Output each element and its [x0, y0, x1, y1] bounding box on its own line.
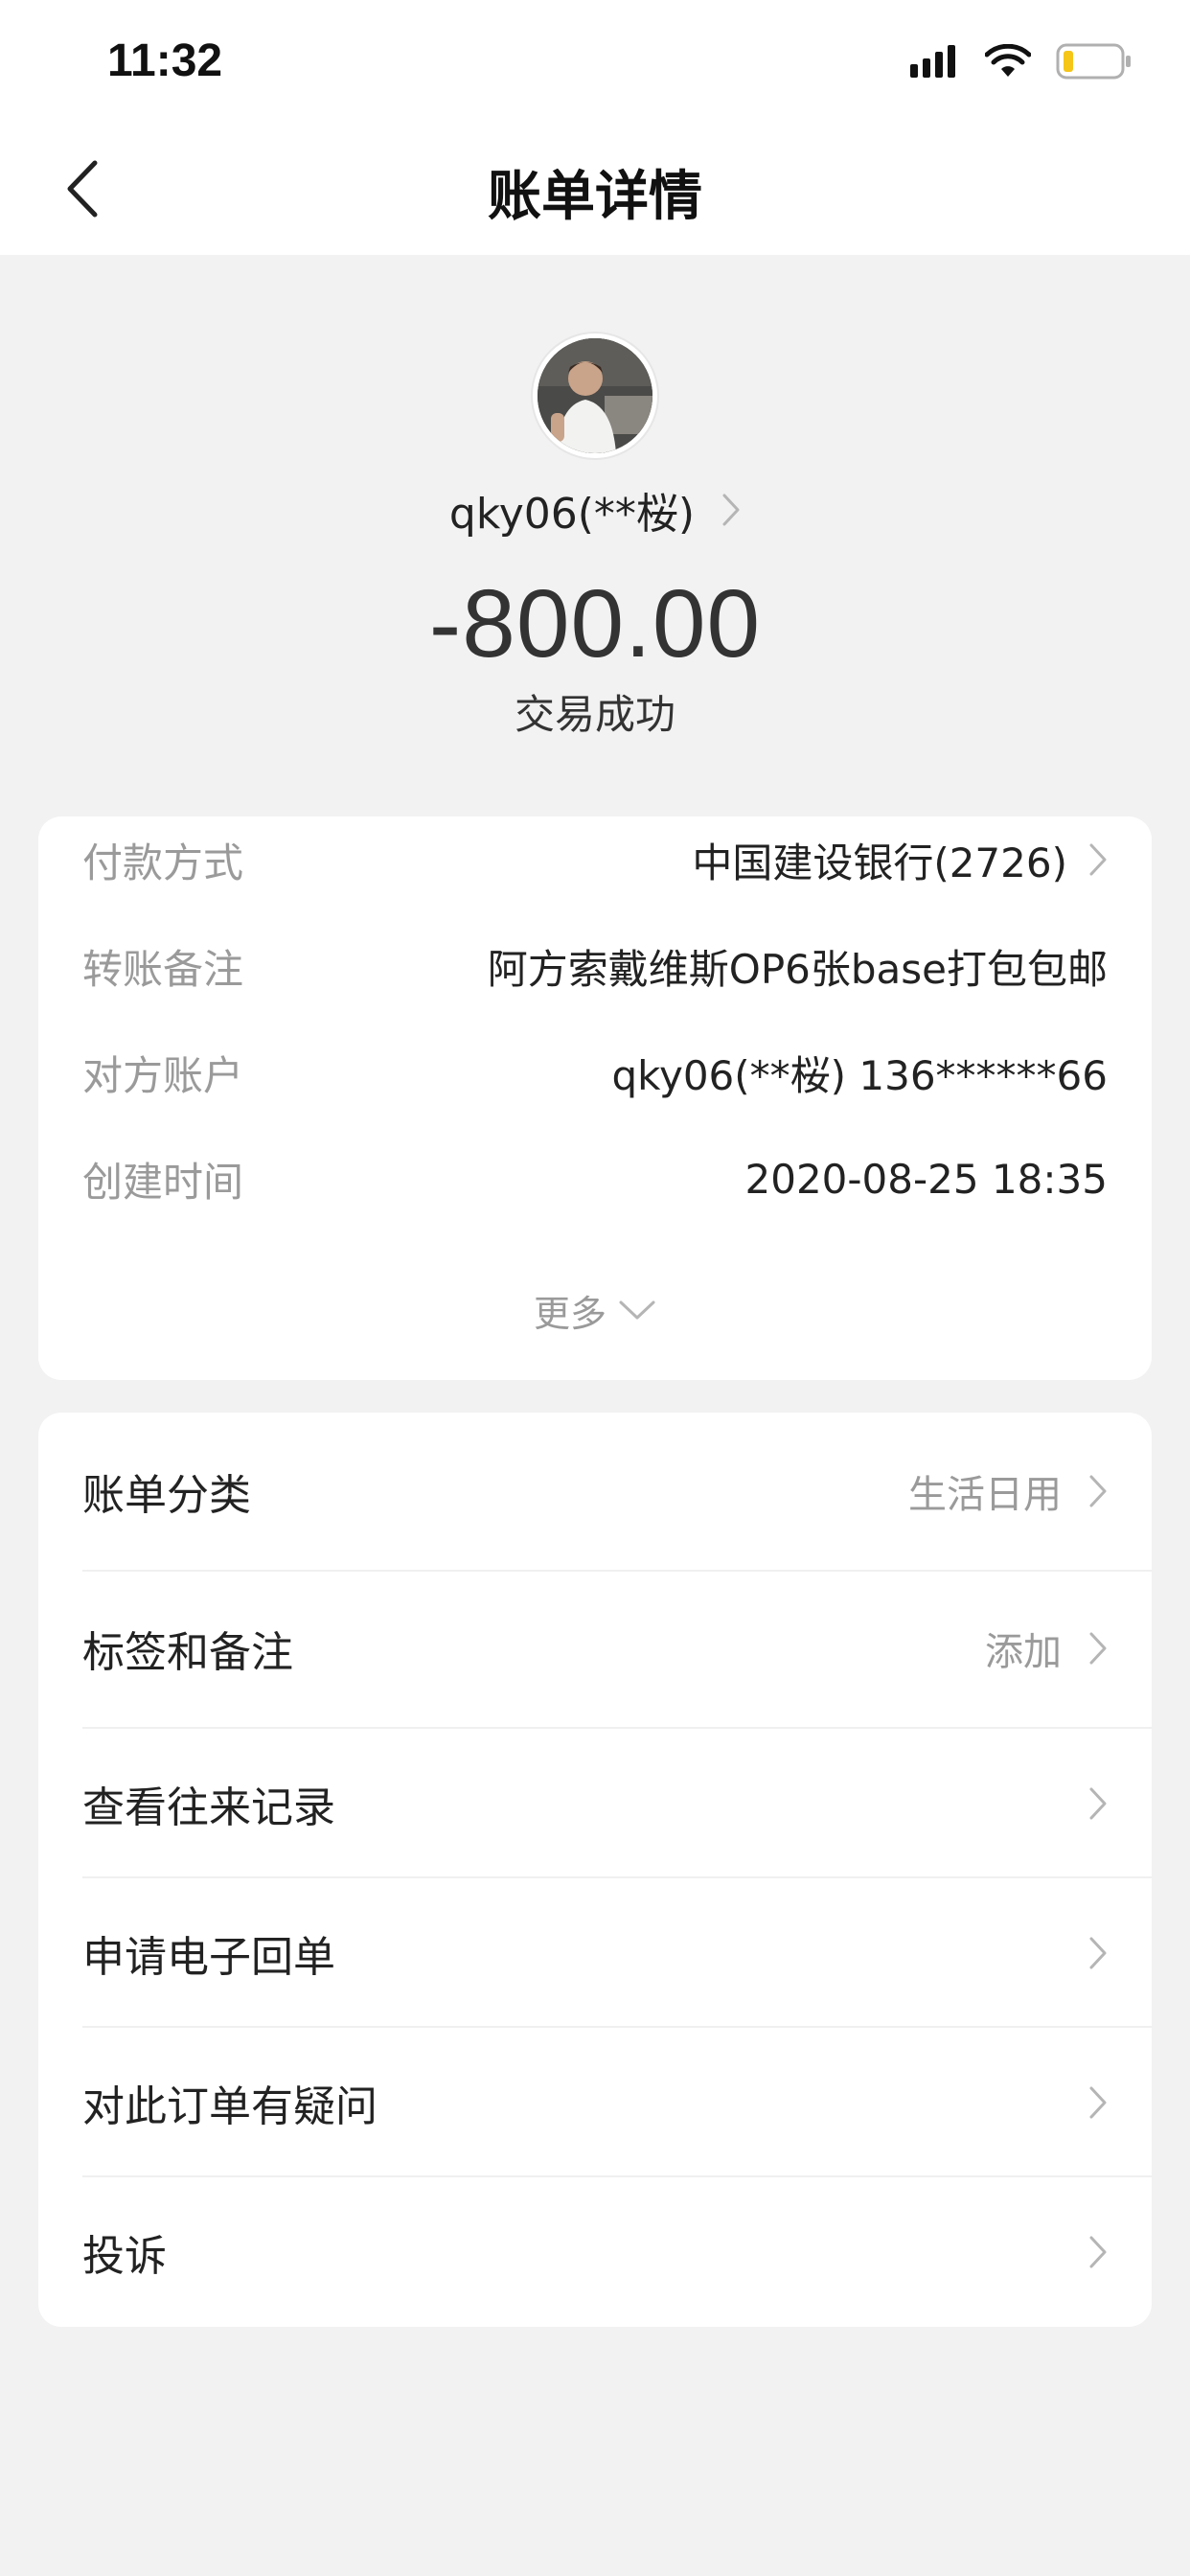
avatar[interactable] [533, 334, 657, 458]
detail-value: 2020-08-25 18:35 [744, 1155, 1108, 1203]
divider [82, 1570, 1152, 1572]
signal-icon [910, 45, 960, 81]
detail-label: 对方账户 [82, 1051, 244, 1099]
divider [82, 2026, 1152, 2028]
action-row-e-receipt[interactable]: 申请电子回单 [82, 1913, 1108, 1993]
payee-name: qky06(**桜) [448, 490, 696, 539]
divider [82, 1727, 1152, 1729]
battery-icon [1056, 43, 1133, 83]
detail-label: 付款方式 [82, 839, 244, 886]
status-time: 11:32 [107, 35, 223, 86]
action-row-order-question[interactable]: 对此订单有疑问 [82, 2062, 1108, 2143]
chevron-right-icon [1089, 1787, 1107, 1820]
chevron-down-icon [618, 1299, 656, 1322]
payee-row[interactable]: qky06(**桜) [0, 479, 1190, 540]
detail-row-transfer-note: 转账备注 阿方索戴维斯OP6张base打包包邮 [82, 932, 1108, 1000]
divider [82, 2175, 1152, 2177]
chevron-right-icon [1089, 1475, 1107, 1507]
chevron-right-icon [1089, 2236, 1107, 2268]
action-value: 生活日用 [908, 1473, 1062, 1517]
actions-card: 账单分类 生活日用 标签和备注 添加 查看往来记录 申请电子回单 对此订单有疑问… [38, 1413, 1152, 2327]
chevron-right-icon [721, 493, 741, 527]
detail-label: 创建时间 [82, 1158, 244, 1206]
detail-value: 中国建设银行(2726) [692, 839, 1067, 886]
chevron-right-icon [1089, 2086, 1107, 2119]
action-label: 投诉 [82, 2232, 167, 2281]
action-row-bill-category[interactable]: 账单分类 生活日用 [82, 1451, 1108, 1531]
detail-row-counterparty-account: 对方账户 qky06(**桜) 136******66 [82, 1039, 1108, 1106]
details-card: 付款方式 中国建设银行(2726) 转账备注 阿方索戴维斯OP6张base打包包… [38, 816, 1152, 1380]
divider [82, 1876, 1152, 1878]
transaction-status: 交易成功 [514, 691, 675, 738]
status-icons [910, 42, 1133, 84]
amount: -800.00 [428, 570, 762, 678]
action-label: 查看往来记录 [82, 1783, 335, 1832]
detail-value: 阿方索戴维斯OP6张base打包包邮 [487, 945, 1108, 993]
action-row-tags-notes[interactable]: 标签和备注 添加 [82, 1608, 1108, 1689]
action-label: 对此订单有疑问 [82, 2082, 378, 2131]
action-row-view-history[interactable]: 查看往来记录 [82, 1763, 1108, 1844]
action-value: 添加 [985, 1630, 1062, 1674]
page-title: 账单详情 [488, 166, 702, 228]
detail-row-created-time: 创建时间 2020-08-25 18:35 [82, 1145, 1108, 1212]
action-label: 申请电子回单 [82, 1933, 335, 1982]
detail-value: qky06(**桜) 136******66 [611, 1051, 1108, 1099]
more-button[interactable]: 更多 [38, 1276, 1152, 1344]
chevron-right-icon [1089, 1632, 1107, 1665]
nav-bar: 账单详情 [0, 126, 1190, 255]
action-label: 账单分类 [82, 1471, 251, 1520]
chevron-right-icon [1089, 1937, 1107, 1969]
status-bar: 11:32 [0, 0, 1190, 126]
action-label: 标签和备注 [82, 1628, 293, 1677]
detail-row-payment-method[interactable]: 付款方式 中国建设银行(2726) [82, 826, 1108, 893]
detail-label: 转账备注 [82, 945, 244, 993]
wifi-icon [984, 43, 1032, 82]
more-label: 更多 [533, 1292, 606, 1335]
action-row-complaint[interactable]: 投诉 [82, 2212, 1108, 2292]
chevron-right-icon [1088, 842, 1108, 877]
